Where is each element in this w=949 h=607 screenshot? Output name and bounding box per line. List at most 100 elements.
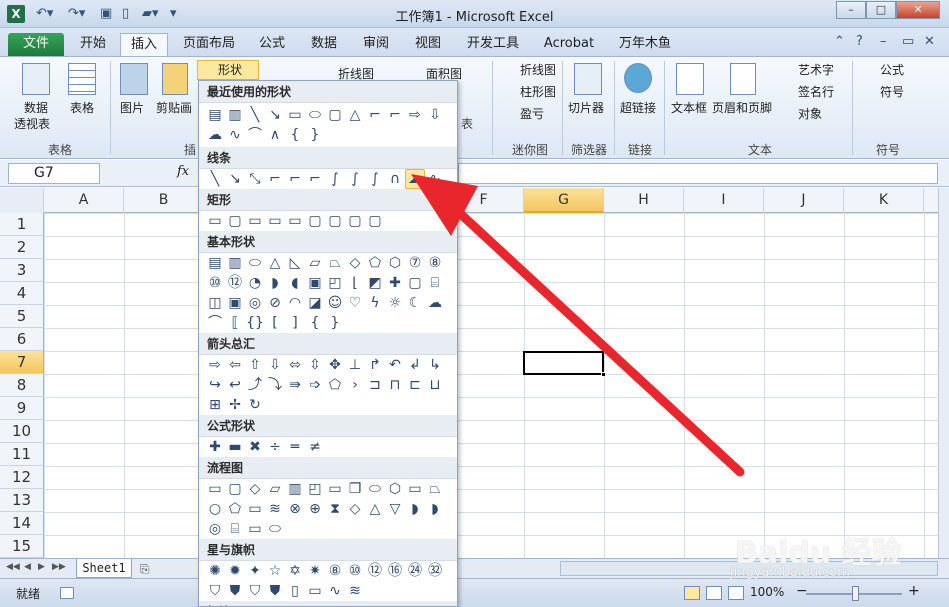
column-header-i[interactable]: I <box>684 188 764 213</box>
snip-same-side-icon[interactable]: ▭ <box>265 211 285 231</box>
flowchart-merge-icon[interactable]: ▽ <box>385 499 405 519</box>
double-bracket-icon[interactable]: ⟦ <box>225 313 245 333</box>
star4-icon[interactable]: ✦ <box>245 561 265 581</box>
sparkline-winloss-button[interactable]: 盈亏 <box>502 105 544 122</box>
up-ribbon-icon[interactable]: ⛉ <box>205 581 225 601</box>
tab-wannianmuyu[interactable]: 万年木鱼 <box>612 33 678 56</box>
dodecagon-icon[interactable]: ⑫ <box>225 273 245 293</box>
frame-icon[interactable]: ▣ <box>305 273 325 293</box>
right-brace-icon[interactable]: } <box>305 125 325 145</box>
curved-up-arrow-icon[interactable]: ⤴ <box>245 375 265 395</box>
elbow-arrow-connector-icon[interactable]: ⌐ <box>285 169 305 189</box>
row-header[interactable]: 4 <box>0 282 44 305</box>
flowchart-summing-junction-icon[interactable]: ⊗ <box>285 499 305 519</box>
flowchart-card-icon[interactable]: ▭ <box>245 499 265 519</box>
right-brace-icon[interactable]: } <box>325 313 345 333</box>
table-button[interactable]: 表格 <box>70 99 94 116</box>
wave-icon[interactable]: ∿ <box>325 581 345 601</box>
double-brace-icon[interactable]: {} <box>245 313 265 333</box>
circular-arrow-icon[interactable]: ↻ <box>245 395 265 415</box>
shapes-button[interactable]: 形状 <box>197 60 259 80</box>
row-header[interactable]: 15 <box>0 535 44 558</box>
down-arrow-callout-icon[interactable]: ⊓ <box>385 375 405 395</box>
cell-grid[interactable] <box>44 213 938 558</box>
round-single-corner-icon[interactable]: ▢ <box>325 211 345 231</box>
right-arrow-icon[interactable]: ⇨ <box>205 355 225 375</box>
prev-sheet-icon[interactable]: ◀ <box>24 562 31 572</box>
curved-double-arrow-icon[interactable]: ∫ <box>365 169 385 189</box>
heart-icon[interactable]: ♡ <box>345 293 365 313</box>
curved-down-arrow-icon[interactable]: ⤵ <box>265 375 285 395</box>
tab-page-layout[interactable]: 页面布局 <box>176 33 242 56</box>
first-sheet-icon[interactable]: ◀◀ <box>6 562 20 572</box>
tab-formulas[interactable]: 公式 <box>252 33 292 56</box>
next-sheet-icon[interactable]: ▶ <box>38 562 45 572</box>
bevel-icon[interactable]: ▣ <box>225 293 245 313</box>
pivot-table-button-line2[interactable]: 透视表 <box>14 115 50 132</box>
left-up-arrow-icon[interactable]: ↲ <box>405 355 425 375</box>
left-right-arrow-icon[interactable]: ⬄ <box>285 355 305 375</box>
vertical-scroll-icon[interactable]: ▯ <box>285 581 305 601</box>
oval-shape-icon[interactable]: ⬭ <box>305 105 325 125</box>
wordart-button[interactable]: 艺术字 <box>780 61 834 78</box>
row-header[interactable]: 6 <box>0 328 44 351</box>
insert-function-icon[interactable]: fx <box>177 164 189 179</box>
flowchart-process-icon[interactable]: ▭ <box>205 479 225 499</box>
flowchart-internal-storage-icon[interactable]: ◰ <box>305 479 325 499</box>
row-header[interactable]: 9 <box>0 397 44 420</box>
curved-down-ribbon-icon[interactable]: ⛊ <box>265 581 285 601</box>
curved-arrow-connector-icon[interactable]: ∫ <box>345 169 365 189</box>
star16-icon[interactable]: ⑯ <box>385 561 405 581</box>
flowchart-terminator-icon[interactable]: ⬭ <box>365 479 385 499</box>
arc-shape-icon[interactable]: ⌒ <box>245 125 265 145</box>
diamond-icon[interactable]: ◇ <box>345 253 365 273</box>
can-icon[interactable]: ⌸ <box>425 273 445 293</box>
flowchart-punched-tape-icon[interactable]: ≋ <box>265 499 285 519</box>
down-arrow-shape-icon[interactable]: ⇩ <box>425 105 445 125</box>
diagonal-stripe-icon[interactable]: ◩ <box>365 273 385 293</box>
lightning-bolt-icon[interactable]: ϟ <box>365 293 385 313</box>
textbox-button[interactable]: 文本框 <box>671 99 707 116</box>
triangle-shape-icon[interactable]: △ <box>345 105 365 125</box>
striped-right-arrow-icon[interactable]: ⇛ <box>285 375 305 395</box>
sheet-tab-sheet1[interactable]: Sheet1 <box>76 559 132 578</box>
sparkline-column-button[interactable]: 柱形图 <box>502 83 556 100</box>
chevron-icon[interactable]: › <box>345 375 365 395</box>
row-header[interactable]: 1 <box>0 213 44 236</box>
hexagon-icon[interactable]: ⬡ <box>385 253 405 273</box>
page-break-view-icon[interactable] <box>728 586 744 600</box>
column-header-g[interactable]: G <box>524 188 604 213</box>
cloud-icon[interactable]: ☁ <box>425 293 445 313</box>
right-arrow-callout-icon[interactable]: ⊐ <box>365 375 385 395</box>
up-down-arrow-icon[interactable]: ⇳ <box>305 355 325 375</box>
explosion2-icon[interactable]: ✹ <box>225 561 245 581</box>
flowchart-predefined-icon[interactable]: ▥ <box>285 479 305 499</box>
flowchart-manual-input-icon[interactable]: ▭ <box>405 479 425 499</box>
curved-up-ribbon-icon[interactable]: ⛉ <box>245 581 265 601</box>
plus-icon[interactable]: ✚ <box>205 437 225 457</box>
flowchart-multidocument-icon[interactable]: ❐ <box>345 479 365 499</box>
minus-icon[interactable]: ▬ <box>225 437 245 457</box>
tab-data[interactable]: 数据 <box>304 33 344 56</box>
no-symbol-icon[interactable]: ⊘ <box>265 293 285 313</box>
star24-icon[interactable]: ㉔ <box>405 561 425 581</box>
equal-icon[interactable]: ═ <box>285 437 305 457</box>
l-shape-icon[interactable]: ⌊ <box>345 273 365 293</box>
explosion1-icon[interactable]: ✺ <box>205 561 225 581</box>
half-frame-icon[interactable]: ◰ <box>325 273 345 293</box>
star5-icon[interactable]: ☆ <box>265 561 285 581</box>
double-wave-icon[interactable]: ≋ <box>345 581 365 601</box>
last-sheet-icon[interactable]: ▶▶ <box>52 562 66 572</box>
flowchart-display-icon[interactable]: ⬭ <box>265 519 285 539</box>
scribble-shape-icon[interactable]: ∿ <box>225 125 245 145</box>
elbow-double-arrow-icon[interactable]: ⌐ <box>305 169 325 189</box>
rectangle-shape-icon[interactable]: ▭ <box>285 105 305 125</box>
rounded-rect-shape-icon[interactable]: ▢ <box>325 105 345 125</box>
pivot-table-button[interactable]: 数据 <box>24 99 48 116</box>
help-icon[interactable]: ? <box>856 34 863 49</box>
textbox-shape-icon[interactable]: ▤ <box>205 105 225 125</box>
flowchart-document-icon[interactable]: ▭ <box>325 479 345 499</box>
row-header[interactable]: 14 <box>0 512 44 535</box>
fill-handle[interactable] <box>601 372 606 377</box>
left-arrow-icon[interactable]: ⇦ <box>225 355 245 375</box>
